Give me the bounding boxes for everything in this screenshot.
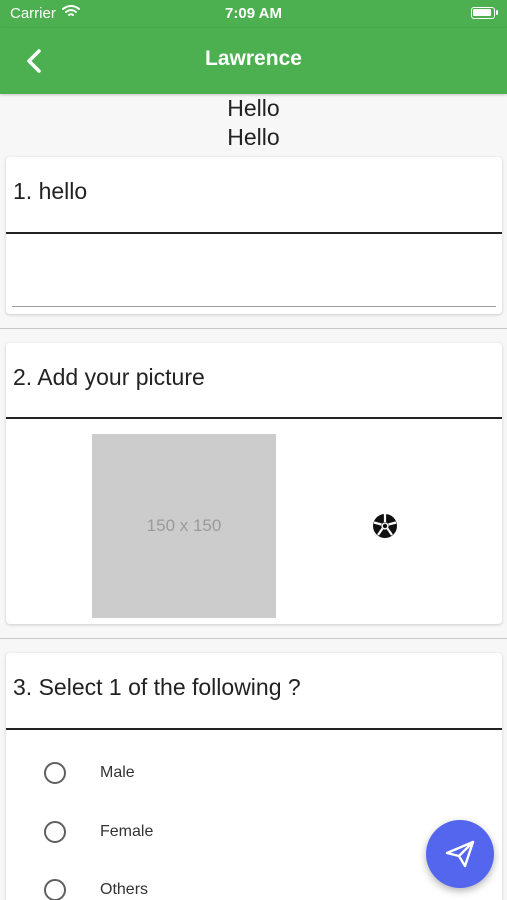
header-text-2: Hello — [227, 124, 280, 150]
status-time: 7:09 AM — [225, 5, 282, 22]
radio-label-others: Others — [100, 881, 149, 898]
camera-shutter-icon — [373, 514, 397, 538]
radio-option-others[interactable]: Others — [6, 870, 502, 900]
radio-label-male: Male — [100, 764, 135, 781]
battery-icon — [471, 7, 498, 19]
section-separator-2 — [0, 638, 507, 639]
camera-button[interactable] — [372, 513, 398, 539]
question-card-2: 2. Add your picture 150 x 150 — [6, 343, 502, 624]
answer-text-field[interactable] — [12, 237, 496, 305]
question-title-2: 2. Add your picture — [13, 364, 205, 390]
radio-button[interactable] — [44, 762, 66, 784]
app-bar: Lawrence — [0, 28, 507, 94]
radio-button[interactable] — [44, 821, 66, 843]
placeholder-size-label: 150 x 150 — [146, 516, 222, 535]
header-text-1: Hello — [227, 95, 280, 121]
submit-fab-button[interactable] — [426, 820, 494, 888]
status-bar: Carrier 7:09 AM — [0, 0, 507, 28]
question-divider-2 — [6, 417, 502, 419]
radio-button[interactable] — [44, 879, 66, 900]
answer-field-underline — [12, 306, 496, 307]
send-icon — [445, 840, 475, 868]
radio-label-female: Female — [100, 823, 154, 840]
question-title-1: 1. hello — [13, 178, 88, 204]
question-divider-3 — [6, 728, 502, 730]
page-title: Lawrence — [205, 47, 302, 70]
picture-placeholder: 150 x 150 — [92, 434, 276, 618]
question-title-3: 3. Select 1 of the following ? — [13, 674, 301, 700]
question-card-1: 1. hello — [6, 157, 502, 314]
radio-option-male[interactable]: Male — [6, 753, 502, 793]
question-divider-1 — [6, 232, 502, 234]
section-separator-1 — [0, 328, 507, 329]
